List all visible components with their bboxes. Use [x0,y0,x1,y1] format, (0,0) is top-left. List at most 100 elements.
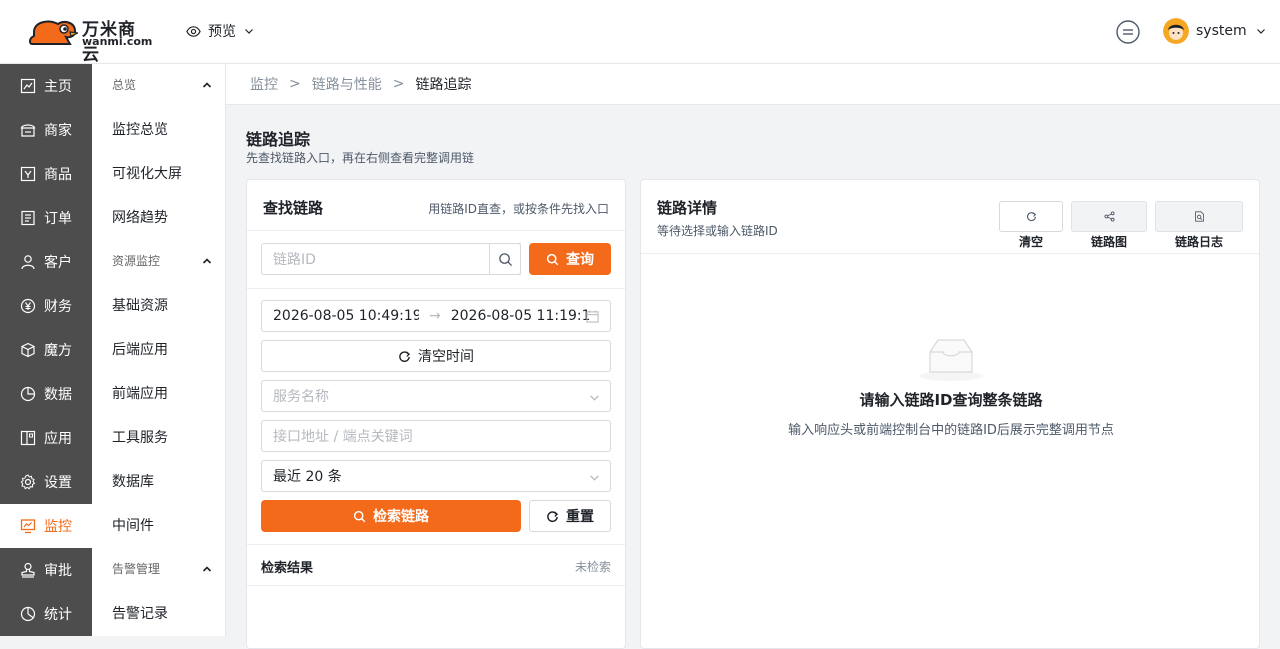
sub-nav-item[interactable]: 后端应用 [112,339,168,359]
main-nav-goods[interactable]: 商品 [0,152,92,196]
main-nav-monitor[interactable]: 监控 [0,504,92,548]
sub-nav-item[interactable]: 告警记录 [112,603,168,623]
app-icon [20,430,36,446]
stamp-icon [21,562,35,578]
sub-nav-group-alert[interactable]: 告警管理 [112,560,212,577]
query-label: 查询 [566,252,594,268]
breadcrumb-separator: > [392,76,405,92]
divider [247,230,625,231]
empty-state-description: 输入响应头或前端控制台中的链路ID后展示完整调用节点 [788,423,1114,438]
main-nav-approval[interactable]: 审批 [0,548,92,592]
service-name-select[interactable]: 服务名称 [261,380,611,412]
clear-time-button[interactable]: 清空时间 [261,340,611,372]
refresh-icon [1026,212,1036,222]
limit-value: 最近 20 条 [273,469,342,485]
main-sidebar: 主页 商家 商品 订单 客户 财务 魔方 数据 应用 设置 监控 审批 统计 [0,64,92,636]
calendar-icon [586,310,599,323]
sub-nav-group-overview[interactable]: 总览 [112,76,212,93]
sub-nav-item[interactable]: 前端应用 [112,383,168,403]
results-status: 未检索 [574,560,611,574]
detail-clear-button[interactable] [999,201,1063,232]
main-nav-label: 财务 [44,299,72,315]
order-icon [21,210,35,226]
time-range-picker[interactable]: 2026-08-05 10:49:19 → 2026-08-05 11:19:1… [261,300,611,332]
preview-dropdown[interactable]: 预览 [186,20,254,42]
main-nav-label: 监控 [44,519,72,535]
log-icon [1194,211,1204,222]
results-title: 检索结果 [261,561,314,576]
main-nav-cube[interactable]: 魔方 [0,328,92,372]
result-limit-select[interactable]: 最近 20 条 [261,460,611,492]
reset-button[interactable]: 重置 [529,500,611,532]
trace-log-button[interactable] [1155,201,1243,232]
sub-nav-item[interactable]: 监控总览 [112,119,168,139]
preview-label: 预览 [208,24,236,40]
main-nav-home[interactable]: 主页 [0,64,92,108]
sub-nav-item[interactable]: 数据库 [112,471,154,491]
main-nav-settings[interactable]: 设置 [0,460,92,504]
trace-search-panel: 查找链路 用链路ID直查，或按条件先找入口 链路ID 查询 2026-08-05… [246,179,626,649]
brand-logo[interactable]: 万米商云 wanmi.com [28,14,153,65]
main-nav-label: 商品 [44,167,72,183]
panel-title: 查找链路 [263,199,324,217]
panel-hint: 用链路ID直查，或按条件先找入口 [428,202,609,216]
sub-nav-group-label: 总览 [112,78,137,92]
user-menu[interactable]: system [1163,18,1266,44]
main-nav-label: 数据 [44,387,72,403]
endpoint-keyword-input[interactable]: 接口地址 / 端点关键词 [261,420,611,452]
message-icon[interactable] [1115,19,1141,45]
reset-label: 重置 [566,509,594,525]
breadcrumb: 监控 > 链路与性能 > 链路追踪 [226,64,1280,105]
breadcrumb-item[interactable]: 链路与性能 [312,74,382,94]
endpoint-placeholder: 接口地址 / 端点关键词 [273,429,413,445]
detail-clear-label: 清空 [1018,235,1043,249]
divider [641,253,1259,254]
divider [247,288,625,289]
sub-nav-group-resource[interactable]: 资源监控 [112,252,212,269]
range-arrow: → [429,308,441,324]
breadcrumb-item[interactable]: 监控 [250,74,278,94]
chevron-up-icon [202,565,212,572]
sub-nav-item[interactable]: 网络趋势 [112,207,168,227]
username: system [1196,23,1247,39]
sub-nav-item[interactable]: 中间件 [112,515,154,535]
goods-icon [20,166,36,182]
sub-nav-item[interactable]: 可视化大屏 [112,163,182,183]
trace-id-input[interactable]: 链路ID [261,243,521,275]
main-nav-data[interactable]: 数据 [0,372,92,416]
query-button[interactable]: 查询 [529,243,611,275]
sub-sidebar: 总览 监控总览 可视化大屏 网络趋势 资源监控 基础资源 后端应用 前端应用 工… [92,64,226,636]
sub-nav-group-label: 资源监控 [112,254,161,268]
sub-nav-item[interactable]: 工具服务 [112,427,168,447]
main-nav-customer[interactable]: 客户 [0,240,92,284]
stats-icon [20,606,36,622]
end-time[interactable]: 2026-08-05 11:19:19 [451,308,589,324]
main-nav-label: 订单 [44,211,72,227]
main-nav-app[interactable]: 应用 [0,416,92,460]
main-nav-order[interactable]: 订单 [0,196,92,240]
divider [247,585,625,586]
brand-name-en: wanmi.com [82,35,153,48]
main-nav-stats[interactable]: 统计 [0,592,92,636]
main-nav-label: 应用 [44,431,72,447]
search-trace-button[interactable]: 检索链路 [261,500,521,532]
trace-detail-panel: 链路详情 等待选择或输入链路ID 清空 链路图 链路日志 请输入链路ID查询整条… [640,179,1260,649]
sub-nav-item[interactable]: 基础资源 [112,295,168,315]
start-time[interactable]: 2026-08-05 10:49:19 [273,308,419,324]
monitor-chart-icon [20,78,36,94]
search-icon [353,510,366,522]
trace-id-search-button[interactable] [489,243,521,275]
trace-graph-button[interactable] [1071,201,1147,232]
trace-graph-label: 链路图 [1090,235,1127,249]
pie-icon [20,386,36,402]
top-bar: 万米商云 wanmi.com 预览 system [0,0,1280,65]
cube-icon [21,342,35,358]
monitor-icon [20,519,36,534]
yen-icon [20,298,36,314]
trace-id-placeholder: 链路ID [273,252,316,268]
duck-logo-icon [28,20,78,45]
main-nav-finance[interactable]: 财务 [0,284,92,328]
main-nav-merchant[interactable]: 商家 [0,108,92,152]
main-nav-label: 设置 [44,475,72,491]
chevron-up-icon [202,81,212,88]
